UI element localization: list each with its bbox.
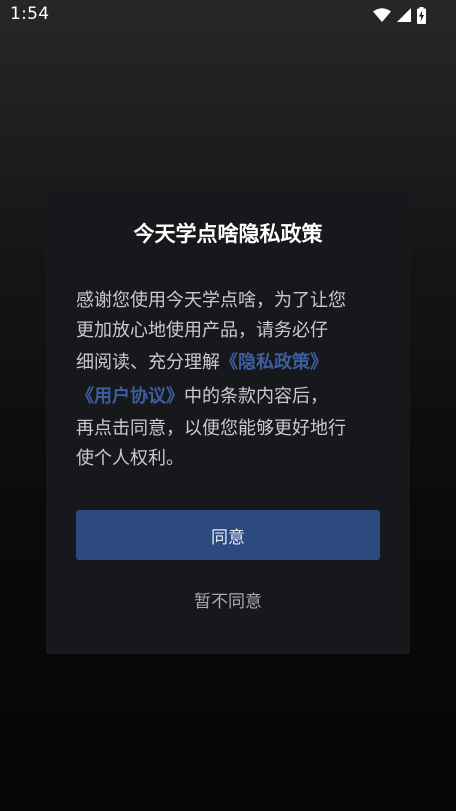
status-time: 1:54 <box>10 4 50 24</box>
battery-charging-icon <box>417 6 426 24</box>
screen: 1:54 今天学点啥隐私政策 感谢您使用今天学点啥，为了让您 更加放心地使用产品… <box>0 0 456 811</box>
agree-button[interactable]: 同意 <box>76 510 380 560</box>
dialog-body: 感谢您使用今天学点啥，为了让您 更加放心地使用产品，请务必仔 细阅读、充分理解《… <box>76 286 386 474</box>
body-text: 中的条款内容后， <box>184 386 328 407</box>
user-agreement-link[interactable]: 《用户协议》 <box>76 386 184 407</box>
body-line: 再点击同意，以便您能够更好地行 <box>76 418 346 439</box>
cellular-signal-icon <box>397 8 411 22</box>
privacy-policy-link[interactable]: 《隐私政策》 <box>220 352 328 373</box>
disagree-button[interactable]: 暂不同意 <box>76 584 380 614</box>
body-line: 更加放心地使用产品，请务必仔 <box>76 320 328 341</box>
body-line: 细阅读、充分理解《隐私政策》 <box>76 346 386 380</box>
body-line: 使个人权利。 <box>76 448 184 469</box>
body-text: 细阅读、充分理解 <box>76 352 220 373</box>
body-line: 《用户协议》中的条款内容后， <box>76 380 386 414</box>
status-bar: 1:54 <box>0 0 456 30</box>
status-icons <box>373 6 426 24</box>
dialog-title: 今天学点啥隐私政策 <box>133 222 323 246</box>
body-line: 感谢您使用今天学点啥，为了让您 <box>76 290 346 311</box>
wifi-icon <box>373 8 391 22</box>
